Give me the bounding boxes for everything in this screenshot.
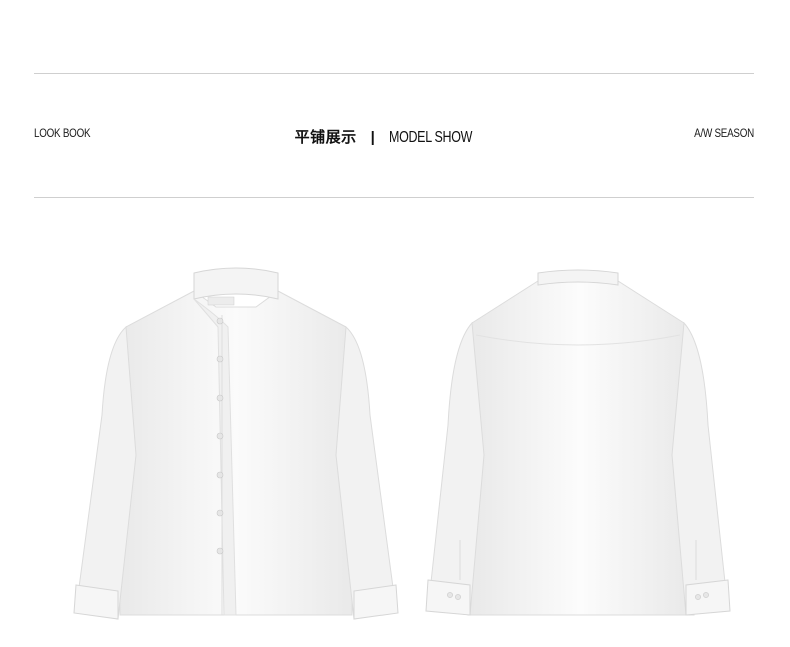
section-title-en: MODEL SHOW xyxy=(388,129,472,146)
white-shirt-back-icon xyxy=(425,269,731,616)
white-shirt-front-icon xyxy=(73,267,399,620)
shirt-back-image xyxy=(398,255,758,635)
season-label: A/W SEASON xyxy=(694,126,754,140)
bottom-divider xyxy=(34,197,754,198)
section-title: 平铺展示 | MODEL SHOW xyxy=(0,126,790,149)
section-title-cn: 平铺展示 xyxy=(294,128,357,146)
shirt-front-image xyxy=(56,255,416,635)
top-divider xyxy=(34,73,754,74)
title-separator: | xyxy=(370,129,375,146)
